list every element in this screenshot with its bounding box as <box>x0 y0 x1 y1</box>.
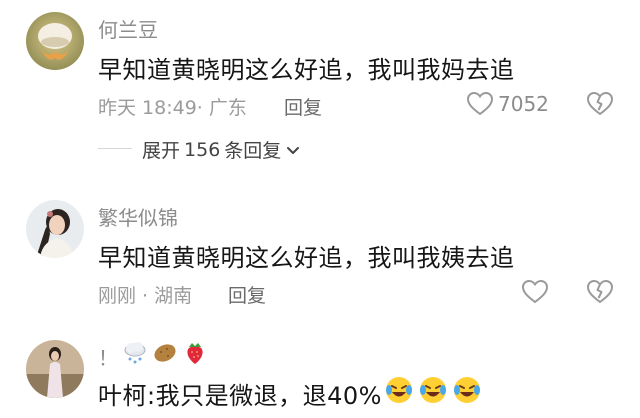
comment-text: 叶柯:我只是微退，退40% <box>98 382 382 410</box>
reply-button[interactable]: 回复 <box>228 281 266 308</box>
avatar[interactable] <box>26 340 84 398</box>
heart-icon[interactable] <box>466 90 494 118</box>
snow-cloud-icon <box>124 342 146 364</box>
comment-text: 早知道黄晓明这么好追，我叫我妈去追 <box>98 56 515 84</box>
reply-button[interactable]: 回复 <box>284 93 322 120</box>
avatar[interactable] <box>26 200 84 258</box>
username[interactable]: 繁华似锦 <box>98 202 178 231</box>
laughing-crying-face-icon <box>454 377 480 403</box>
strawberry-icon <box>187 343 203 364</box>
expand-replies-button[interactable]: 展开 156 条回复 <box>142 136 301 163</box>
broken-heart-icon[interactable] <box>586 278 614 306</box>
username[interactable]: 何兰豆 <box>98 14 158 43</box>
username-prefix[interactable]: ！ <box>98 342 118 371</box>
laughing-crying-face-icon <box>420 377 446 403</box>
comment-meta: 刚刚 · 湖南 <box>98 285 193 307</box>
heart-icon[interactable] <box>521 278 549 306</box>
comment-list: 何兰豆 早知道黄晓明这么好追，我叫我妈去追 昨天 18:49· 广东 回复 70… <box>0 0 640 418</box>
woman-portrait-avatar <box>26 200 84 258</box>
comment-meta: 昨天 18:49· 广东 <box>98 97 247 119</box>
avatar[interactable] <box>26 12 84 70</box>
chevron-down-icon <box>287 146 300 154</box>
expand-prefix: 展开 <box>142 140 181 162</box>
expand-suffix: 条回复 <box>224 140 282 162</box>
expand-divider <box>98 148 132 149</box>
potato-icon <box>154 344 176 362</box>
like-count: 7052 <box>498 92 549 116</box>
jellyfish-photo-avatar <box>26 12 84 70</box>
comment-text: 早知道黄晓明这么好追，我叫我姨去追 <box>98 244 515 272</box>
broken-heart-icon[interactable] <box>586 90 614 118</box>
woman-outdoor-photo-avatar <box>26 340 84 398</box>
laughing-crying-face-icon <box>386 377 412 403</box>
expand-count: 156 <box>184 138 221 161</box>
